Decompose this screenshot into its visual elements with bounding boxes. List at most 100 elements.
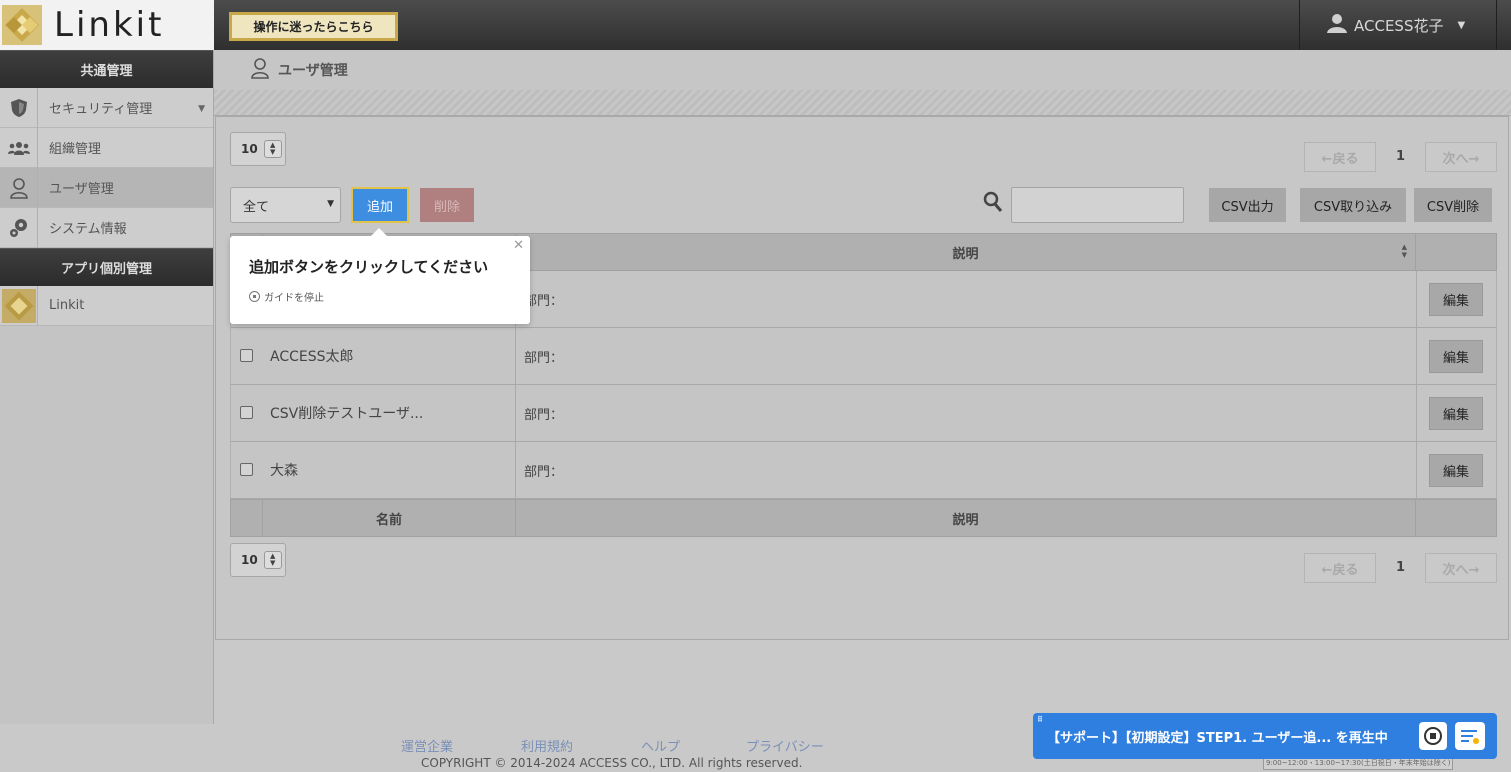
user-menu[interactable]: ACCESS花子 ▼ (1299, 0, 1497, 50)
description-cell: 部門： (524, 407, 564, 423)
table-footer: 名前 説明 (230, 499, 1497, 537)
sidebar-item-system-info[interactable]: システム情報 (0, 207, 213, 248)
user-icon (250, 57, 270, 83)
stop-icon (249, 291, 260, 302)
user-name: ACCESS花子 (1354, 16, 1444, 35)
cell-divider (515, 328, 516, 384)
csv-import-button[interactable]: CSV取り込み (1300, 188, 1406, 222)
spinner-icon: ▲ ▼ (263, 140, 282, 158)
support-player[interactable]: ⠿ 【サポート】【初期設定】STEP1. ユーザー追... を再生中 (1033, 713, 1497, 759)
user-name-cell: CSV削除テストユーザ... (270, 406, 424, 422)
copyright: COPYRIGHT © 2014-2024 ACCESS CO., LTD. A… (421, 756, 803, 770)
stop-icon[interactable] (1419, 722, 1447, 750)
linkit-logo-icon (2, 5, 42, 45)
column-footer-label: 名前 (375, 512, 402, 528)
sidebar-item-label: ユーザ管理 (49, 182, 114, 197)
sidebar: 共通管理 セキュリティ管理 ▼ 組織管理 ユーザ管理 システム情報 アプリ個別管… (0, 50, 214, 724)
sidebar-item-label: 組織管理 (49, 142, 102, 157)
user-name-cell: ACCESS太郎 (270, 349, 354, 365)
page-title-text: ユーザ管理 (278, 63, 348, 79)
page-title: ユーザ管理 (214, 50, 1511, 90)
next-page-button-top[interactable]: 次へ→ (1425, 142, 1497, 172)
user-name-cell: 大森 (270, 463, 298, 479)
sidebar-item-security[interactable]: セキュリティ管理 ▼ (0, 87, 213, 128)
description-cell: 部門： (524, 464, 564, 480)
csv-delete-button[interactable]: CSV削除 (1414, 188, 1492, 222)
column-header-label: 説明 (952, 246, 979, 262)
list-icon[interactable] (1455, 722, 1485, 750)
footer-link-terms[interactable]: 利用規約 (521, 736, 573, 755)
linkit-logo-icon (0, 285, 38, 326)
per-page-select-bottom[interactable]: 10 ▲ ▼ (230, 543, 286, 577)
cell-divider (1416, 385, 1417, 441)
row-checkbox[interactable] (240, 463, 253, 476)
filter-value: 全て (243, 199, 270, 215)
edit-button[interactable]: 編集 (1429, 397, 1483, 430)
prev-page-button-bottom[interactable]: ←戻る (1304, 553, 1376, 583)
edit-button[interactable]: 編集 (1429, 340, 1483, 373)
table-row[interactable]: CSV削除テストユーザ... 部門： 編集 (230, 385, 1497, 442)
drag-handle-icon[interactable]: ⠿ (1037, 716, 1043, 724)
footer-link-company[interactable]: 運営企業 (401, 736, 453, 755)
cell-divider (1416, 442, 1417, 498)
user-icon (0, 167, 38, 208)
cell-divider (1416, 328, 1417, 384)
csv-export-button[interactable]: CSV出力 (1209, 188, 1286, 222)
filter-select[interactable]: 全て ▼ (230, 187, 341, 223)
sidebar-heading-common: 共通管理 (0, 50, 213, 88)
current-page-top: 1 (1396, 149, 1406, 164)
next-page-button-bottom[interactable]: 次へ→ (1425, 553, 1497, 583)
footer-link-help[interactable]: ヘルプ (641, 736, 680, 755)
prev-page-button-top[interactable]: ←戻る (1304, 142, 1376, 172)
user-icon (1326, 13, 1348, 37)
stop-guide-link[interactable]: ガイドを停止 (249, 289, 324, 304)
current-page-bottom: 1 (1396, 560, 1406, 575)
sidebar-item-label: Linkit (49, 298, 85, 313)
logo-text: Linkit (54, 5, 165, 45)
cell-divider (515, 442, 516, 498)
per-page-select-top[interactable]: 10 ▲ ▼ (230, 132, 286, 166)
delete-button[interactable]: 削除 (420, 188, 474, 222)
search-input[interactable] (1011, 187, 1184, 223)
per-page-value: 10 (241, 553, 258, 567)
chevron-down-icon: ▼ (1457, 19, 1466, 31)
sidebar-heading-apps: アプリ個別管理 (0, 248, 213, 286)
table-row[interactable]: ACCESS太郎 部門： 編集 (230, 328, 1497, 385)
description-cell: 部門： (524, 350, 564, 366)
guide-tooltip: 追加ボタンをクリックしてください ガイドを停止 ✕ (230, 228, 530, 324)
tooltip-arrow (371, 228, 387, 236)
guide-button[interactable]: 操作に迷ったらこちら (229, 12, 398, 41)
edit-button[interactable]: 編集 (1429, 283, 1483, 316)
search-icon[interactable] (983, 191, 1003, 213)
footer-link-privacy[interactable]: プライバシー (746, 736, 824, 755)
sidebar-item-label: セキュリティ管理 (49, 102, 153, 117)
cell-divider (1416, 271, 1417, 327)
app-header: Linkit 操作に迷ったらこちら ACCESS花子 ▼ (0, 0, 1511, 50)
close-icon[interactable]: ✕ (513, 238, 524, 253)
sidebar-item-users[interactable]: ユーザ管理 (0, 167, 213, 208)
support-text: 【サポート】【初期設定】STEP1. ユーザー追... を再生中 (1047, 730, 1388, 746)
add-button[interactable]: 追加 (351, 187, 409, 223)
sidebar-item-organization[interactable]: 組織管理 (0, 127, 213, 168)
sidebar-item-label: システム情報 (49, 222, 127, 237)
edit-button[interactable]: 編集 (1429, 454, 1483, 487)
tooltip-message: 追加ボタンをクリックしてください (249, 258, 489, 276)
table-row[interactable]: 大森 部門： 編集 (230, 442, 1497, 499)
column-footer-label: 説明 (952, 512, 979, 528)
shield-icon (0, 87, 38, 128)
stop-guide-label: ガイドを停止 (264, 293, 324, 304)
per-page-value: 10 (241, 142, 258, 156)
row-checkbox[interactable] (240, 406, 253, 419)
sidebar-item-linkit[interactable]: Linkit (0, 285, 213, 326)
column-footer-name: 名前 (262, 500, 515, 536)
gear-icon (0, 207, 38, 248)
spinner-icon: ▲ ▼ (263, 551, 282, 569)
title-divider (214, 90, 1511, 116)
chevron-down-icon: ▼ (327, 199, 334, 209)
row-checkbox[interactable] (240, 349, 253, 362)
chevron-down-icon: ▼ (198, 104, 205, 114)
group-icon (0, 127, 38, 168)
sort-icon[interactable]: ▲ ▼ (1402, 243, 1407, 259)
column-header-description[interactable]: 説明 ▲ ▼ (515, 234, 1416, 270)
logo[interactable]: Linkit (0, 0, 214, 50)
